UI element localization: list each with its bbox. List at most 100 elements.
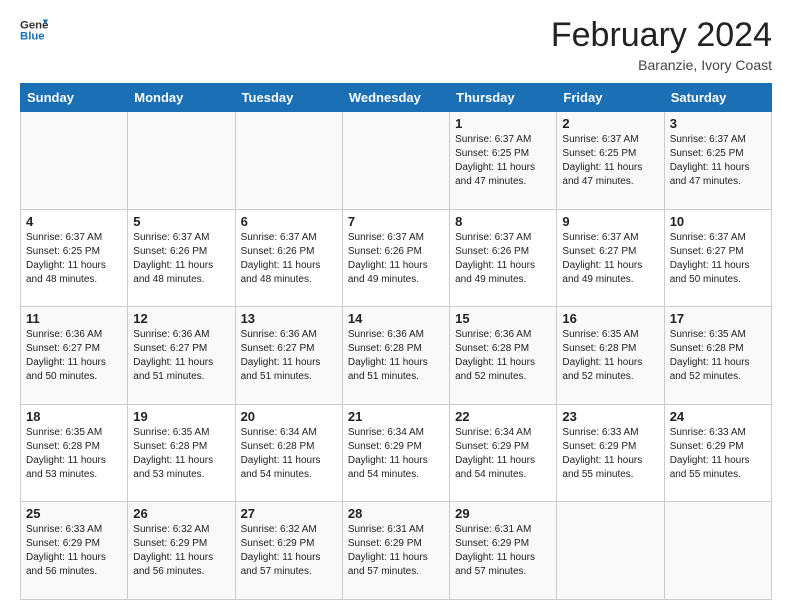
generalblue-logo-icon: General Blue: [20, 16, 48, 44]
calendar-cell: 14 Sunrise: 6:36 AM Sunset: 6:28 PM Dayli…: [342, 307, 449, 405]
day-info: Sunrise: 6:36 AM Sunset: 6:28 PM Dayligh…: [455, 328, 551, 384]
day-number: 2: [562, 116, 658, 131]
day-info: Sunrise: 6:37 AM Sunset: 6:27 PM Dayligh…: [562, 231, 658, 287]
calendar-cell: [128, 112, 235, 210]
calendar-cell: 26 Sunrise: 6:32 AM Sunset: 6:29 PM Dayli…: [128, 502, 235, 600]
calendar-week-row: 11 Sunrise: 6:36 AM Sunset: 6:27 PM Dayli…: [21, 307, 772, 405]
day-number: 12: [133, 311, 229, 326]
day-info: Sunrise: 6:32 AM Sunset: 6:29 PM Dayligh…: [133, 523, 229, 579]
calendar-cell: 13 Sunrise: 6:36 AM Sunset: 6:27 PM Dayli…: [235, 307, 342, 405]
calendar-cell: [235, 112, 342, 210]
calendar-title: February 2024: [551, 16, 772, 55]
day-number: 3: [670, 116, 766, 131]
day-info: Sunrise: 6:32 AM Sunset: 6:29 PM Dayligh…: [241, 523, 337, 579]
calendar-cell: 3 Sunrise: 6:37 AM Sunset: 6:25 PM Daylig…: [664, 112, 771, 210]
day-info: Sunrise: 6:36 AM Sunset: 6:28 PM Dayligh…: [348, 328, 444, 384]
calendar-cell: 8 Sunrise: 6:37 AM Sunset: 6:26 PM Daylig…: [450, 209, 557, 307]
calendar-cell: 2 Sunrise: 6:37 AM Sunset: 6:25 PM Daylig…: [557, 112, 664, 210]
calendar-cell: 17 Sunrise: 6:35 AM Sunset: 6:28 PM Dayli…: [664, 307, 771, 405]
day-number: 29: [455, 506, 551, 521]
calendar-cell: 24 Sunrise: 6:33 AM Sunset: 6:29 PM Dayli…: [664, 404, 771, 502]
calendar-cell: 10Sunrise: 6:37 AM Sunset: 6:27 PM Dayli…: [664, 209, 771, 307]
day-info: Sunrise: 6:33 AM Sunset: 6:29 PM Dayligh…: [562, 426, 658, 482]
day-info: Sunrise: 6:35 AM Sunset: 6:28 PM Dayligh…: [670, 328, 766, 384]
calendar-week-row: 18 Sunrise: 6:35 AM Sunset: 6:28 PM Dayli…: [21, 404, 772, 502]
day-number: 18: [26, 409, 122, 424]
day-number: 22: [455, 409, 551, 424]
day-header-tuesday: Tuesday: [235, 84, 342, 112]
day-info: Sunrise: 6:37 AM Sunset: 6:25 PM Dayligh…: [670, 133, 766, 189]
day-header-sunday: Sunday: [21, 84, 128, 112]
day-number: 16: [562, 311, 658, 326]
svg-text:Blue: Blue: [20, 31, 45, 43]
calendar-cell: 25 Sunrise: 6:33 AM Sunset: 6:29 PM Dayli…: [21, 502, 128, 600]
day-number: 21: [348, 409, 444, 424]
day-info: Sunrise: 6:33 AM Sunset: 6:29 PM Dayligh…: [26, 523, 122, 579]
day-info: Sunrise: 6:36 AM Sunset: 6:27 PM Dayligh…: [241, 328, 337, 384]
title-block: February 2024 Baranzie, Ivory Coast: [551, 16, 772, 73]
calendar-cell: 5 Sunrise: 6:37 AM Sunset: 6:26 PM Daylig…: [128, 209, 235, 307]
calendar-cell: [664, 502, 771, 600]
calendar-table: SundayMondayTuesdayWednesdayThursdayFrid…: [20, 83, 772, 600]
day-number: 13: [241, 311, 337, 326]
calendar-cell: 23Sunrise: 6:33 AM Sunset: 6:29 PM Dayli…: [557, 404, 664, 502]
header: General Blue February 2024 Baranzie, Ivo…: [20, 16, 772, 73]
calendar-cell: 20 Sunrise: 6:34 AM Sunset: 6:28 PM Dayli…: [235, 404, 342, 502]
day-number: 10: [670, 214, 766, 229]
day-header-monday: Monday: [128, 84, 235, 112]
day-number: 28: [348, 506, 444, 521]
calendar-cell: 9 Sunrise: 6:37 AM Sunset: 6:27 PM Daylig…: [557, 209, 664, 307]
calendar-cell: 29Sunrise: 6:31 AM Sunset: 6:29 PM Dayli…: [450, 502, 557, 600]
day-info: Sunrise: 6:35 AM Sunset: 6:28 PM Dayligh…: [26, 426, 122, 482]
calendar-cell: 21 Sunrise: 6:34 AM Sunset: 6:29 PM Dayli…: [342, 404, 449, 502]
day-info: Sunrise: 6:37 AM Sunset: 6:26 PM Dayligh…: [455, 231, 551, 287]
day-number: 11: [26, 311, 122, 326]
calendar-cell: [342, 112, 449, 210]
day-number: 25: [26, 506, 122, 521]
day-info: Sunrise: 6:37 AM Sunset: 6:25 PM Dayligh…: [562, 133, 658, 189]
calendar-cell: 1 Sunrise: 6:37 AM Sunset: 6:25 PM Daylig…: [450, 112, 557, 210]
logo: General Blue: [20, 16, 48, 44]
calendar-cell: 28 Sunrise: 6:31 AM Sunset: 6:29 PM Dayli…: [342, 502, 449, 600]
calendar-cell: 7 Sunrise: 6:37 AM Sunset: 6:26 PM Daylig…: [342, 209, 449, 307]
day-info: Sunrise: 6:33 AM Sunset: 6:29 PM Dayligh…: [670, 426, 766, 482]
day-number: 7: [348, 214, 444, 229]
day-number: 8: [455, 214, 551, 229]
day-info: Sunrise: 6:34 AM Sunset: 6:29 PM Dayligh…: [455, 426, 551, 482]
calendar-cell: 22 Sunrise: 6:34 AM Sunset: 6:29 PM Dayli…: [450, 404, 557, 502]
day-number: 14: [348, 311, 444, 326]
day-number: 15: [455, 311, 551, 326]
day-info: Sunrise: 6:37 AM Sunset: 6:26 PM Dayligh…: [133, 231, 229, 287]
day-info: Sunrise: 6:34 AM Sunset: 6:29 PM Dayligh…: [348, 426, 444, 482]
day-header-friday: Friday: [557, 84, 664, 112]
calendar-cell: 18 Sunrise: 6:35 AM Sunset: 6:28 PM Dayli…: [21, 404, 128, 502]
calendar-cell: [21, 112, 128, 210]
day-number: 26: [133, 506, 229, 521]
day-number: 6: [241, 214, 337, 229]
day-info: Sunrise: 6:37 AM Sunset: 6:25 PM Dayligh…: [26, 231, 122, 287]
day-info: Sunrise: 6:31 AM Sunset: 6:29 PM Dayligh…: [348, 523, 444, 579]
day-info: Sunrise: 6:37 AM Sunset: 6:25 PM Dayligh…: [455, 133, 551, 189]
day-info: Sunrise: 6:37 AM Sunset: 6:26 PM Dayligh…: [241, 231, 337, 287]
calendar-cell: 4 Sunrise: 6:37 AM Sunset: 6:25 PM Daylig…: [21, 209, 128, 307]
calendar-week-row: 25 Sunrise: 6:33 AM Sunset: 6:29 PM Dayli…: [21, 502, 772, 600]
day-number: 1: [455, 116, 551, 131]
calendar-cell: 19Sunrise: 6:35 AM Sunset: 6:28 PM Dayli…: [128, 404, 235, 502]
calendar-cell: [557, 502, 664, 600]
calendar-cell: 16Sunrise: 6:35 AM Sunset: 6:28 PM Dayli…: [557, 307, 664, 405]
day-number: 9: [562, 214, 658, 229]
calendar-week-row: 4 Sunrise: 6:37 AM Sunset: 6:25 PM Daylig…: [21, 209, 772, 307]
day-number: 20: [241, 409, 337, 424]
day-info: Sunrise: 6:34 AM Sunset: 6:28 PM Dayligh…: [241, 426, 337, 482]
page: General Blue February 2024 Baranzie, Ivo…: [0, 0, 792, 612]
day-info: Sunrise: 6:37 AM Sunset: 6:26 PM Dayligh…: [348, 231, 444, 287]
day-info: Sunrise: 6:35 AM Sunset: 6:28 PM Dayligh…: [133, 426, 229, 482]
day-number: 5: [133, 214, 229, 229]
day-number: 24: [670, 409, 766, 424]
calendar-header-row: SundayMondayTuesdayWednesdayThursdayFrid…: [21, 84, 772, 112]
day-number: 17: [670, 311, 766, 326]
day-header-wednesday: Wednesday: [342, 84, 449, 112]
day-number: 27: [241, 506, 337, 521]
calendar-cell: 15 Sunrise: 6:36 AM Sunset: 6:28 PM Dayli…: [450, 307, 557, 405]
day-number: 4: [26, 214, 122, 229]
